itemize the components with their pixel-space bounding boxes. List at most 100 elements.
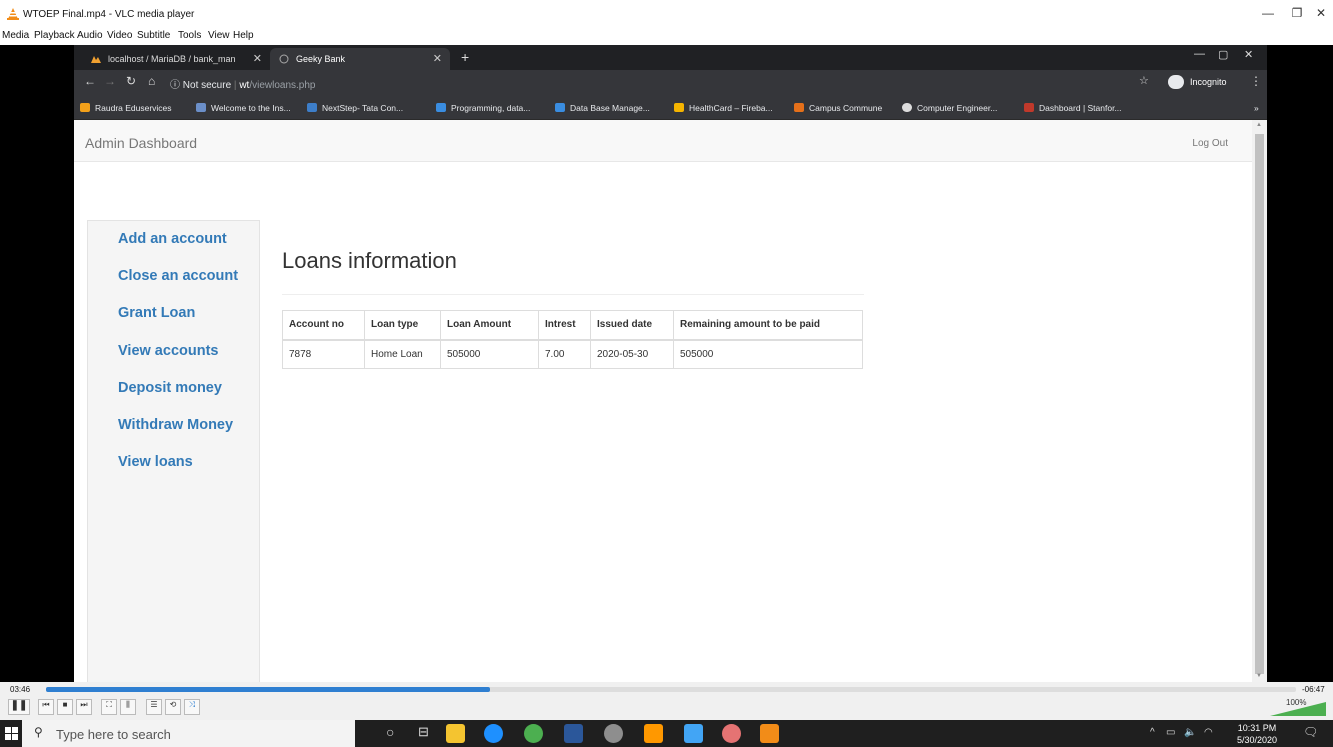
loop-icon[interactable]: ⟲ — [165, 699, 181, 715]
next-icon[interactable]: ⏭ — [76, 699, 92, 715]
cortana-icon[interactable]: ○ — [386, 724, 394, 740]
seek-bar[interactable] — [46, 687, 1296, 692]
battery-icon[interactable]: ▭ — [1166, 727, 1175, 738]
vlc-title-bar: WTOEP Final.mp4 - VLC media player — ❐ ✕ — [0, 0, 1333, 28]
menu-kebab-icon[interactable]: ⋮ — [1250, 74, 1262, 88]
column-header: Remaining amount to be paid — [673, 310, 863, 341]
page-scrollbar[interactable]: ▲ ▼ — [1252, 120, 1267, 682]
bookmark-item[interactable]: Campus Commune — [794, 103, 882, 113]
chrome-icon[interactable] — [524, 724, 543, 743]
divider — [282, 294, 864, 295]
more-bookmarks-button[interactable]: » — [1254, 103, 1259, 113]
bookmark-icon — [80, 103, 90, 112]
notifications-icon[interactable]: 🗨 — [1303, 725, 1318, 739]
remaining-time[interactable]: -06:47 — [1302, 685, 1325, 694]
home-icon[interactable]: ⌂ — [148, 74, 155, 88]
bookmark-star-icon[interactable]: ☆ — [1139, 74, 1149, 87]
bookmark-item[interactable]: Raudra Eduservices — [80, 103, 172, 113]
close-button[interactable]: ✕ — [1311, 6, 1331, 20]
menu-subtitle[interactable]: Subtitle — [137, 30, 170, 41]
reload-icon[interactable]: ↻ — [126, 74, 136, 88]
web-page: Admin Dashboard Log Out Add an account C… — [74, 120, 1267, 682]
back-icon[interactable]: ← — [84, 74, 96, 88]
close-tab-icon[interactable]: ✕ — [253, 52, 262, 65]
menu-audio[interactable]: Audio — [77, 30, 103, 41]
menu-media[interactable]: Media — [2, 30, 29, 41]
close-tab-icon[interactable]: ✕ — [433, 52, 442, 65]
navbar: Admin Dashboard Log Out — [74, 120, 1252, 162]
sidebar-item-grant-loan[interactable]: Grant Loan — [118, 305, 195, 321]
scrollbar-thumb[interactable] — [1255, 134, 1264, 674]
photos-icon[interactable] — [684, 724, 703, 743]
bookmark-item[interactable]: HealthCard – Fireba... — [674, 103, 773, 113]
tab-geeky-bank[interactable]: Geeky Bank ✕ — [270, 48, 450, 70]
incognito-label: Incognito — [1190, 77, 1227, 87]
browser-restore-button[interactable]: ▢ — [1218, 48, 1228, 61]
sidebar-item-withdraw-money[interactable]: Withdraw Money — [118, 417, 233, 433]
incognito-badge[interactable]: Incognito — [1166, 73, 1244, 91]
volume-icon[interactable]: 🔈 — [1184, 727, 1196, 738]
new-tab-button[interactable]: + — [461, 49, 469, 65]
minimize-button[interactable]: — — [1258, 6, 1278, 20]
menu-view[interactable]: View — [208, 30, 230, 41]
logout-link[interactable]: Log Out — [1192, 138, 1228, 149]
volume-slider[interactable]: 100% — [1266, 698, 1326, 716]
vlc-taskbar-icon[interactable] — [760, 724, 779, 743]
sidebar-item-add-account[interactable]: Add an account — [118, 231, 227, 247]
browser-minimize-button[interactable]: — — [1194, 48, 1205, 60]
scroll-down-icon[interactable]: ▼ — [1256, 673, 1262, 679]
task-view-icon[interactable]: ⊟ — [418, 724, 429, 740]
elapsed-time[interactable]: 03:46 — [10, 685, 30, 694]
address-bar[interactable]: ⓘ Not secure | wt/viewloans.php — [170, 72, 1170, 92]
menu-help[interactable]: Help — [233, 30, 254, 41]
scroll-up-icon[interactable]: ▲ — [1256, 122, 1262, 128]
word-icon[interactable] — [564, 724, 583, 743]
tab-label: localhost / MariaDB / bank_man — [108, 54, 236, 64]
tab-phpmyadmin[interactable]: localhost / MariaDB / bank_man ✕ — [82, 48, 270, 70]
bookmark-item[interactable]: Welcome to the Ins... — [196, 103, 291, 113]
wifi-icon[interactable]: ◠ — [1204, 727, 1213, 738]
windows-start-icon[interactable] — [5, 727, 18, 740]
playlist-icon[interactable]: ☰ — [146, 699, 162, 715]
menu-tools[interactable]: Tools — [178, 30, 201, 41]
bookmark-item[interactable]: Data Base Manage... — [555, 103, 650, 113]
sidebar-item-view-loans[interactable]: View loans — [118, 454, 193, 470]
bookmark-item[interactable]: NextStep- Tata Con... — [307, 103, 403, 113]
snip-icon[interactable] — [722, 724, 741, 743]
menu-playback[interactable]: Playback — [34, 30, 75, 41]
sublime-icon[interactable] — [644, 724, 663, 743]
extended-settings-icon[interactable]: ⫼ — [120, 699, 136, 715]
taskbar-clock[interactable]: 10:31 PM 5/30/2020 — [1222, 722, 1292, 746]
vlc-controls: 03:46 -06:47 ❚❚ ⏮ ■ ⏭ ⛶ ⫼ ☰ ⟲ ⤨ 100% — [0, 682, 1333, 720]
sidebar: Add an account Close an account Grant Lo… — [87, 220, 260, 682]
forward-icon[interactable]: → — [104, 74, 116, 88]
bookmark-icon — [794, 103, 804, 112]
pause-button[interactable]: ❚❚ — [8, 699, 30, 715]
fullscreen-icon[interactable]: ⛶ — [101, 699, 117, 715]
browser-close-button[interactable]: ✕ — [1244, 48, 1253, 61]
sidebar-item-view-accounts[interactable]: View accounts — [118, 343, 218, 359]
bookmark-item[interactable]: Computer Engineer... — [902, 103, 997, 113]
file-explorer-icon[interactable] — [446, 724, 465, 743]
paint-icon[interactable] — [604, 724, 623, 743]
info-icon[interactable]: ⓘ — [170, 80, 180, 91]
stop-icon[interactable]: ■ — [57, 699, 73, 715]
loans-table: Account no Loan type Loan Amount Intrest… — [282, 310, 863, 369]
sidebar-item-close-account[interactable]: Close an account — [118, 268, 238, 284]
shuffle-icon[interactable]: ⤨ — [184, 699, 200, 715]
taskbar-search[interactable]: ⚲ Type here to search — [22, 720, 355, 747]
edge-icon[interactable] — [484, 724, 503, 743]
bookmark-icon — [307, 103, 317, 112]
previous-icon[interactable]: ⏮ — [38, 699, 54, 715]
tray-chevron-icon[interactable]: ^ — [1150, 727, 1155, 738]
table-header-row: Account no Loan type Loan Amount Intrest… — [282, 310, 863, 341]
column-header: Intrest — [538, 310, 591, 341]
bookmark-icon — [902, 103, 912, 112]
bookmark-item[interactable]: Dashboard | Stanfor... — [1024, 103, 1122, 113]
menu-video[interactable]: Video — [107, 30, 132, 41]
restore-button[interactable]: ❐ — [1287, 6, 1307, 20]
url-host: wt — [239, 80, 250, 91]
bookmark-item[interactable]: Programming, data... — [436, 103, 530, 113]
sidebar-item-deposit-money[interactable]: Deposit money — [118, 380, 222, 396]
navbar-brand[interactable]: Admin Dashboard — [85, 135, 197, 151]
